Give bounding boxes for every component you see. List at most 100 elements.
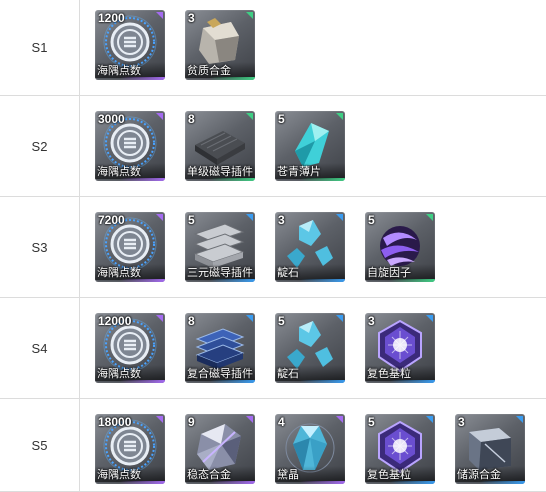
rarity-bar [95, 279, 165, 282]
stage-label: S1 [0, 0, 80, 95]
rarity-bar [275, 481, 345, 484]
item-quantity: 5 [368, 415, 375, 429]
item-quantity: 18000 [98, 415, 132, 429]
item-quantity: 3 [188, 11, 195, 25]
item-name: 复合磁导插件 [185, 365, 255, 381]
rarity-corner-icon [246, 315, 253, 322]
reward-item[interactable]: 4 黛晶 [275, 414, 345, 484]
rarity-bar [95, 380, 165, 383]
reward-table: S1 1200 海隅点数 3 贫质合金 S2 3000 海隅点数 8 单级磁导插件 5 苍青… [0, 0, 546, 492]
rarity-bar [275, 178, 345, 181]
rarity-corner-icon [336, 113, 343, 120]
rarity-bar [185, 77, 255, 80]
item-quantity: 8 [188, 112, 195, 126]
item-name: 储源合金 [455, 466, 525, 482]
rarity-bar [275, 279, 345, 282]
item-name: 海隅点数 [95, 365, 165, 381]
reward-item[interactable]: 5 三元磁导插件 [185, 212, 255, 282]
stage-label: S3 [0, 197, 80, 297]
reward-item[interactable]: 5 复色基粒 [365, 414, 435, 484]
stage-label: S4 [0, 298, 80, 398]
item-quantity: 5 [278, 314, 285, 328]
reward-item[interactable]: 3 储源合金 [455, 414, 525, 484]
reward-item[interactable]: 5 靛石 [275, 313, 345, 383]
rarity-corner-icon [246, 416, 253, 423]
reward-row-s1: S1 1200 海隅点数 3 贫质合金 [0, 0, 546, 96]
stage-label: S5 [0, 399, 80, 491]
rarity-corner-icon [156, 416, 163, 423]
item-quantity: 3 [368, 314, 375, 328]
rarity-bar [365, 481, 435, 484]
reward-item[interactable]: 3 复色基粒 [365, 313, 435, 383]
reward-item[interactable]: 3 靛石 [275, 212, 345, 282]
item-name: 贫质合金 [185, 62, 255, 78]
reward-item[interactable]: 9 稳态合金 [185, 414, 255, 484]
rarity-bar [185, 380, 255, 383]
item-quantity: 5 [368, 213, 375, 227]
reward-item[interactable]: 8 单级磁导插件 [185, 111, 255, 181]
rarity-bar [95, 77, 165, 80]
stage-label: S2 [0, 96, 80, 196]
rarity-bar [365, 380, 435, 383]
item-quantity: 4 [278, 415, 285, 429]
item-name: 稳态合金 [185, 466, 255, 482]
rarity-bar [275, 380, 345, 383]
rarity-corner-icon [336, 416, 343, 423]
item-quantity: 5 [278, 112, 285, 126]
rarity-bar [185, 279, 255, 282]
reward-item[interactable]: 18000 海隅点数 [95, 414, 165, 484]
item-quantity: 9 [188, 415, 195, 429]
item-name: 单级磁导插件 [185, 163, 255, 179]
item-name: 靛石 [275, 264, 345, 280]
item-name: 海隅点数 [95, 466, 165, 482]
reward-item[interactable]: 5 苍青薄片 [275, 111, 345, 181]
reward-item[interactable]: 8 复合磁导插件 [185, 313, 255, 383]
rarity-bar [95, 481, 165, 484]
item-quantity: 3000 [98, 112, 125, 126]
item-name: 海隅点数 [95, 163, 165, 179]
rarity-corner-icon [156, 113, 163, 120]
rarity-corner-icon [156, 214, 163, 221]
reward-row-s4: S4 12000 海隅点数 8 复合磁导插件 5 靛石 3 复色基粒 [0, 298, 546, 399]
reward-item[interactable]: 12000 海隅点数 [95, 313, 165, 383]
reward-item[interactable]: 3 贫质合金 [185, 10, 255, 80]
reward-row-s3: S3 7200 海隅点数 5 三元磁导插件 3 靛石 5 自旋因子 [0, 197, 546, 298]
item-name: 海隅点数 [95, 62, 165, 78]
rarity-corner-icon [246, 12, 253, 19]
rarity-corner-icon [426, 214, 433, 221]
rarity-bar [185, 481, 255, 484]
item-quantity: 3 [458, 415, 465, 429]
item-name: 复色基粒 [365, 466, 435, 482]
rarity-corner-icon [426, 416, 433, 423]
rarity-bar [185, 178, 255, 181]
rarity-corner-icon [426, 315, 433, 322]
rarity-corner-icon [156, 315, 163, 322]
rarity-corner-icon [246, 113, 253, 120]
reward-item[interactable]: 7200 海隅点数 [95, 212, 165, 282]
rarity-bar [365, 279, 435, 282]
item-name: 靛石 [275, 365, 345, 381]
rarity-bar [455, 481, 525, 484]
item-name: 苍青薄片 [275, 163, 345, 179]
item-quantity: 12000 [98, 314, 132, 328]
item-quantity: 3 [278, 213, 285, 227]
rarity-corner-icon [336, 315, 343, 322]
item-name: 黛晶 [275, 466, 345, 482]
reward-item[interactable]: 1200 海隅点数 [95, 10, 165, 80]
reward-item[interactable]: 5 自旋因子 [365, 212, 435, 282]
item-name: 三元磁导插件 [185, 264, 255, 280]
item-quantity: 1200 [98, 11, 125, 25]
reward-row-s2: S2 3000 海隅点数 8 单级磁导插件 5 苍青薄片 [0, 96, 546, 197]
rarity-bar [95, 178, 165, 181]
item-quantity: 7200 [98, 213, 125, 227]
reward-row-s5: S5 18000 海隅点数 9 稳态合金 4 黛晶 5 复色基粒 3 储源合金 [0, 399, 546, 492]
item-quantity: 5 [188, 213, 195, 227]
item-name: 自旋因子 [365, 264, 435, 280]
item-quantity: 8 [188, 314, 195, 328]
rarity-corner-icon [336, 214, 343, 221]
rarity-corner-icon [156, 12, 163, 19]
rarity-corner-icon [516, 416, 523, 423]
item-name: 海隅点数 [95, 264, 165, 280]
reward-item[interactable]: 3000 海隅点数 [95, 111, 165, 181]
rarity-corner-icon [246, 214, 253, 221]
